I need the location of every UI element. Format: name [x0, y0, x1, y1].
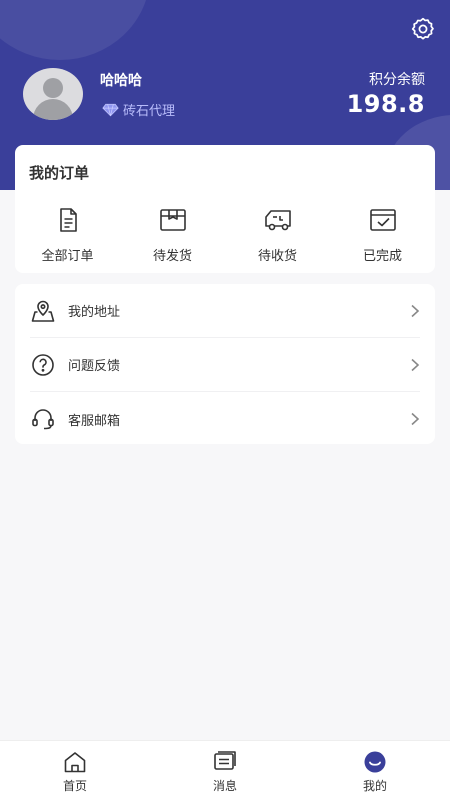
menu-card: 我的地址 问题反馈 客服邮箱 [15, 284, 435, 444]
orders-title: 我的订单 [29, 164, 90, 182]
order-to-receive-button[interactable]: 待收货 [233, 207, 323, 264]
username: 哈哈哈 [100, 73, 142, 89]
tab-mine[interactable]: 我的 [325, 741, 425, 800]
box-icon [159, 209, 186, 231]
menu-item-my-address[interactable]: 我的地址 [30, 284, 420, 338]
member-level-label: 砖石代理 [123, 104, 176, 119]
tab-messages-label: 消息 [212, 779, 237, 793]
diamond-icon [102, 103, 119, 116]
header-decoration [0, 0, 150, 60]
order-status-row: 全部订单 待发货 待收货 已完成 [15, 207, 435, 264]
order-to-ship-button[interactable]: 待发货 [128, 207, 218, 264]
location-icon [31, 300, 55, 322]
profile-icon [364, 751, 386, 773]
avatar-head [43, 78, 63, 98]
question-icon [32, 353, 54, 376]
tab-home[interactable]: 首页 [25, 741, 125, 800]
chevron-right-icon [411, 412, 420, 426]
menu-item-support-email[interactable]: 客服邮箱 [30, 392, 420, 446]
points-value: 198.8 [346, 90, 425, 118]
tab-messages[interactable]: 消息 [175, 741, 275, 800]
order-to-receive-label: 待收货 [257, 249, 297, 264]
settings-gear-icon[interactable] [410, 16, 436, 42]
order-all-button[interactable]: 全部订单 [23, 207, 113, 264]
home-icon [64, 752, 86, 773]
tab-mine-label: 我的 [362, 779, 387, 793]
my-orders-card: 我的订单 全部订单 待发货 待收货 已完成 [15, 145, 435, 273]
completed-icon [369, 209, 396, 231]
menu-label-my-address: 我的地址 [68, 305, 121, 320]
order-all-label: 全部订单 [41, 249, 94, 264]
menu-label-feedback: 问题反馈 [68, 359, 121, 374]
headset-icon [32, 409, 54, 430]
truck-icon [264, 210, 291, 231]
tab-home-label: 首页 [62, 779, 87, 793]
message-icon [214, 751, 236, 770]
menu-item-feedback[interactable]: 问题反馈 [30, 338, 420, 392]
avatar[interactable] [23, 68, 83, 120]
member-level: 砖石代理 [102, 100, 175, 119]
chevron-right-icon [411, 304, 420, 317]
avatar-body [33, 99, 73, 120]
order-completed-label: 已完成 [362, 249, 402, 264]
menu-label-support-email: 客服邮箱 [68, 413, 121, 429]
order-completed-button[interactable]: 已完成 [338, 207, 428, 264]
bottom-tab-bar: 首页 消息 我的 [0, 740, 450, 800]
chevron-right-icon [411, 358, 420, 371]
points-label: 积分余额 [369, 72, 425, 88]
order-to-ship-label: 待发货 [152, 249, 192, 264]
order-list-icon [59, 208, 77, 232]
